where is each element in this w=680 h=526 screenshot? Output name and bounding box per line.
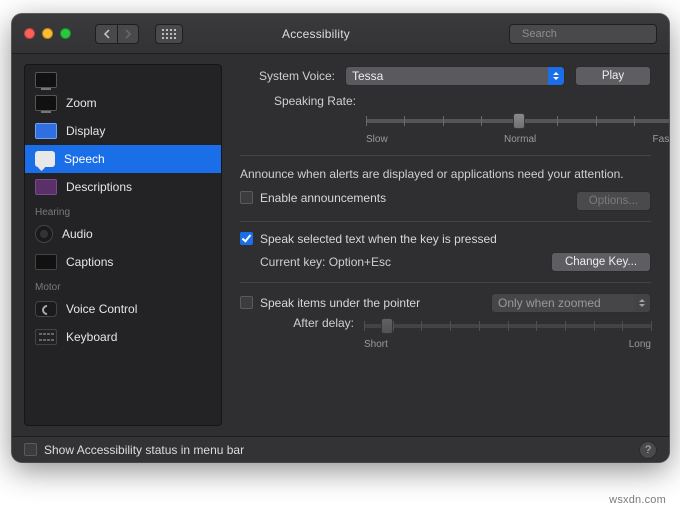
after-delay-label: After delay:	[260, 315, 354, 330]
updown-arrows-icon	[634, 294, 650, 312]
checkbox-icon	[24, 443, 37, 456]
sidebar-item-speech[interactable]: Speech	[25, 145, 221, 173]
checkbox-icon	[240, 191, 253, 204]
show-status-label: Show Accessibility status in menu bar	[44, 443, 244, 457]
speaking-rate-slider[interactable]	[366, 110, 669, 132]
tv-icon	[35, 72, 57, 88]
slider-knob-icon[interactable]	[381, 318, 393, 334]
slider-knob-icon[interactable]	[513, 113, 525, 129]
enable-announcements-checkbox[interactable]: Enable announcements	[240, 191, 386, 205]
announcement-options-button[interactable]: Options...	[576, 191, 651, 211]
current-key-label: Current key: Option+Esc	[260, 255, 391, 269]
checkbox-checked-icon	[240, 232, 253, 245]
sidebar-item-peek[interactable]	[25, 71, 221, 89]
voice-control-icon	[35, 301, 57, 317]
system-voice-select[interactable]: Tessa	[345, 66, 565, 86]
sidebar-item-voice-control[interactable]: Voice Control	[25, 295, 221, 323]
speaking-rate-label: Speaking Rate:	[240, 94, 356, 108]
sidebar-item-audio[interactable]: Audio	[25, 220, 221, 248]
system-voice-label: System Voice:	[240, 69, 335, 83]
delay-long-label: Long	[629, 339, 651, 350]
descriptions-icon	[35, 179, 57, 195]
sidebar-item-label: Display	[66, 124, 105, 138]
minimize-icon[interactable]	[42, 28, 53, 39]
sidebar-item-captions[interactable]: Captions	[25, 248, 221, 276]
window-title: Accessibility	[131, 27, 501, 41]
sidebar[interactable]: Zoom Display Speech Descriptions Hearing…	[24, 64, 222, 426]
rate-slow-label: Slow	[366, 134, 388, 145]
after-delay-slider[interactable]	[364, 315, 651, 337]
zoom-icon[interactable]	[60, 28, 71, 39]
updown-arrows-icon	[548, 67, 564, 85]
rate-scale: Slow Normal Fast	[366, 134, 669, 145]
search-input[interactable]	[522, 28, 664, 40]
speaker-icon	[35, 225, 53, 243]
enable-announcements-label: Enable announcements	[260, 191, 386, 205]
sidebar-item-descriptions[interactable]: Descriptions	[25, 173, 221, 201]
captions-icon	[35, 254, 57, 270]
back-button[interactable]	[95, 24, 117, 44]
rate-normal-label: Normal	[504, 134, 536, 145]
display-icon	[35, 123, 57, 139]
search-field[interactable]	[509, 24, 657, 44]
announce-note: Announce when alerts are displayed or ap…	[240, 166, 651, 183]
play-button[interactable]: Play	[575, 66, 651, 86]
sidebar-item-zoom[interactable]: Zoom	[25, 89, 221, 117]
watermark: wsxdn.com	[609, 494, 666, 506]
sidebar-item-label: Keyboard	[66, 330, 117, 344]
system-voice-value: Tessa	[352, 69, 383, 83]
section-motor: Motor	[25, 276, 221, 295]
sidebar-item-label: Voice Control	[66, 302, 137, 316]
rate-fast-label: Fast	[653, 134, 669, 145]
footer: Show Accessibility status in menu bar ?	[12, 436, 669, 462]
help-button[interactable]: ?	[639, 441, 657, 459]
sidebar-item-display[interactable]: Display	[25, 117, 221, 145]
speech-bubble-icon	[35, 151, 55, 167]
sidebar-item-label: Zoom	[66, 96, 97, 110]
sidebar-item-label: Speech	[64, 152, 105, 166]
checkbox-icon	[240, 296, 253, 309]
delay-short-label: Short	[364, 339, 388, 350]
accessibility-prefs-window: Accessibility Zoom Display Speech Descri…	[12, 14, 669, 462]
speak-pointer-checkbox[interactable]: Speak items under the pointer	[240, 296, 420, 310]
sidebar-item-keyboard[interactable]: Keyboard	[25, 323, 221, 351]
change-key-button[interactable]: Change Key...	[551, 252, 651, 272]
keyboard-icon	[35, 329, 57, 345]
speak-selected-checkbox[interactable]: Speak selected text when the key is pres…	[240, 232, 651, 246]
delay-scale: Short Long	[364, 339, 651, 350]
settings-pane: System Voice: Tessa Play Speaking Rate:	[222, 54, 669, 436]
zoom-panel-icon	[35, 95, 57, 111]
pointer-mode-select[interactable]: Only when zoomed	[491, 293, 651, 313]
pointer-mode-value: Only when zoomed	[498, 296, 601, 310]
speak-selected-label: Speak selected text when the key is pres…	[260, 232, 497, 246]
chevron-left-icon	[103, 29, 111, 39]
window-controls	[24, 28, 71, 39]
sidebar-item-label: Audio	[62, 227, 93, 241]
sidebar-item-label: Captions	[66, 255, 113, 269]
section-hearing: Hearing	[25, 201, 221, 220]
close-icon[interactable]	[24, 28, 35, 39]
show-status-checkbox[interactable]: Show Accessibility status in menu bar	[24, 443, 244, 457]
sidebar-item-label: Descriptions	[66, 180, 132, 194]
titlebar: Accessibility	[12, 14, 669, 54]
speak-pointer-label: Speak items under the pointer	[260, 296, 420, 310]
